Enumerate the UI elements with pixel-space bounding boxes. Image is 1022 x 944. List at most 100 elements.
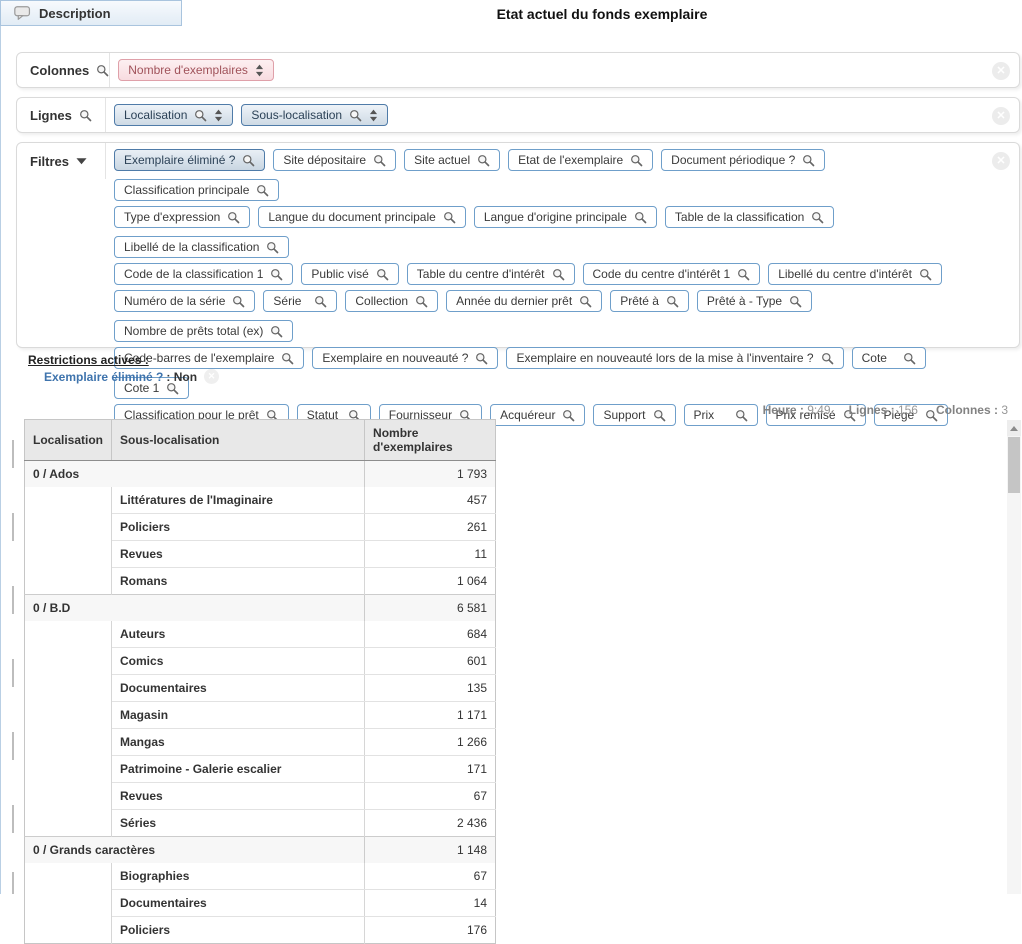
close-icon[interactable]: ✕ (992, 107, 1010, 125)
chip-label: Nombre d'exemplaires (128, 63, 248, 77)
filter-chip[interactable]: Libellé du centre d'intérêt (768, 263, 942, 285)
arrow-up-icon (1010, 426, 1018, 431)
stat-heure: Heure : 9:49 (763, 403, 831, 417)
filter-chip[interactable]: Table du centre d'intérêt (407, 263, 575, 285)
filter-chip[interactable]: Code de la classification 1 (114, 263, 293, 285)
chip-label: Localisation (124, 108, 187, 122)
row-chip-localisation[interactable]: Localisation (114, 104, 233, 126)
filter-chip-label: Cote (862, 351, 887, 365)
lignes-zone-label: Lignes (17, 98, 106, 132)
filter-chip-label: Exemplaire éliminé ? (124, 153, 235, 167)
filter-chip-label: Type d'expression (124, 210, 220, 224)
filter-chip-label: Prêté à - Type (707, 294, 782, 308)
filter-chip-label: Site dépositaire (283, 153, 366, 167)
row-value: 457 (365, 487, 496, 514)
filter-chip[interactable]: Exemplaire en nouveauté lors de la mise … (506, 347, 843, 369)
filter-chip[interactable]: Site actuel (404, 149, 500, 171)
filter-chip-label: Document périodique ? (671, 153, 795, 167)
filter-chip[interactable]: Public visé (301, 263, 398, 285)
group-label: 0 / B.D (25, 595, 365, 622)
scroll-up-button[interactable] (1007, 420, 1021, 436)
filter-chip[interactable]: Prêté à (610, 290, 689, 312)
magnifier-icon (903, 352, 916, 365)
filter-chip-label: Prêté à (620, 294, 659, 308)
scrollbar-thumb[interactable] (1008, 437, 1020, 493)
filter-chip[interactable]: Prix (684, 404, 758, 426)
filter-chip[interactable]: Série (263, 290, 337, 312)
filter-chip[interactable]: Acquéreur (490, 404, 585, 426)
filter-chip[interactable]: Table de la classification (665, 206, 834, 228)
row-group-mark (12, 872, 14, 894)
magnifier-icon (373, 154, 386, 167)
filter-chip[interactable]: Collection (345, 290, 438, 312)
column-chip-nombre-exemplaires[interactable]: Nombre d'exemplaires (118, 59, 274, 81)
filter-chip-label: Site actuel (414, 153, 470, 167)
row-label: Magasin (112, 702, 365, 729)
filter-chip[interactable]: Numéro de la série (114, 290, 255, 312)
row-label: Policiers (112, 514, 365, 541)
filter-chip[interactable]: Langue du document principale (258, 206, 465, 228)
filtres-zone-label: Filtres (17, 143, 106, 179)
row-label: Comics (112, 648, 365, 675)
filter-chip[interactable]: Etat de l'exemplaire (508, 149, 653, 171)
row-label: Patrimoine - Galerie escalier (112, 756, 365, 783)
row-group-mark (12, 659, 14, 687)
filter-chip[interactable]: Exemplaire en nouveauté ? (312, 347, 498, 369)
filter-chip[interactable]: Prêté à - Type (697, 290, 812, 312)
filter-chip-label: Prix (694, 408, 715, 422)
filter-chip[interactable]: Nombre de prêts total (ex) (114, 320, 293, 342)
magnifier-icon (314, 295, 327, 308)
filter-chip[interactable]: Classification principale (114, 179, 279, 201)
row-group-mark (12, 440, 14, 468)
magnifier-icon (415, 295, 428, 308)
restrictions-title: Restrictions actives : (28, 353, 149, 367)
filter-chip[interactable]: Support (593, 404, 675, 426)
filter-chip[interactable]: Site dépositaire (273, 149, 396, 171)
filter-chip[interactable]: Document périodique ? (661, 149, 825, 171)
search-icon[interactable] (79, 109, 92, 122)
table-row: Auteurs684 (25, 621, 496, 648)
filter-chip-label: Langue du document principale (268, 210, 435, 224)
result-stats: Heure : 9:49 Lignes : 156 Colonnes : 3 (763, 403, 1008, 417)
filter-chip[interactable]: Exemplaire éliminé ? (114, 149, 265, 171)
row-value: 1 266 (365, 729, 496, 756)
table-row: 0 / Grands caractères1 148 (25, 837, 496, 864)
close-icon[interactable]: ✕ (204, 369, 219, 384)
magnifier-icon (666, 295, 679, 308)
filter-chip[interactable]: Code du centre d'intérêt 1 (583, 263, 761, 285)
row-chip-sous-localisation[interactable]: Sous-localisation (241, 104, 388, 126)
row-label: Romans (112, 568, 365, 595)
row-value: 67 (365, 783, 496, 810)
tab-description[interactable]: Description (0, 0, 182, 26)
table-header-row: Localisation Sous-localisation Nombre d'… (25, 420, 496, 461)
filter-chip-label: Public visé (311, 267, 368, 281)
close-icon[interactable]: ✕ (992, 152, 1010, 170)
filter-chip[interactable]: Cote (852, 347, 926, 369)
filter-chip-label: Support (603, 408, 645, 422)
table-row: Romans1 064 (25, 568, 496, 595)
magnifier-icon (634, 211, 647, 224)
restriction-field: Exemplaire éliminé ? (44, 370, 163, 384)
filter-chip-label: Libellé du centre d'intérêt (778, 267, 912, 281)
row-label: Revues (112, 783, 365, 810)
row-label: Revues (112, 541, 365, 568)
filter-chip[interactable]: Libellé de la classification (114, 236, 289, 258)
row-label: Biographies (112, 863, 365, 890)
row-value: 1 171 (365, 702, 496, 729)
chevron-down-icon[interactable] (76, 157, 87, 165)
filter-chip-label: Exemplaire en nouveauté lors de la mise … (516, 351, 813, 365)
filter-chip[interactable]: Type d'expression (114, 206, 250, 228)
filter-chip-label: Table du centre d'intérêt (417, 267, 545, 281)
row-label: Documentaires (112, 675, 365, 702)
magnifier-icon (811, 211, 824, 224)
vertical-scrollbar[interactable] (1007, 420, 1021, 894)
magnifier-icon (552, 268, 565, 281)
row-value: 2 436 (365, 810, 496, 837)
close-icon[interactable]: ✕ (992, 62, 1010, 80)
filter-chip[interactable]: Année du dernier prêt (446, 290, 602, 312)
search-icon[interactable] (96, 64, 109, 77)
filter-chip[interactable]: Langue d'origine principale (474, 206, 657, 228)
filter-chip-label: Collection (355, 294, 408, 308)
stat-lignes: Lignes : 156 (849, 403, 918, 417)
table-row: Policiers176 (25, 917, 496, 944)
